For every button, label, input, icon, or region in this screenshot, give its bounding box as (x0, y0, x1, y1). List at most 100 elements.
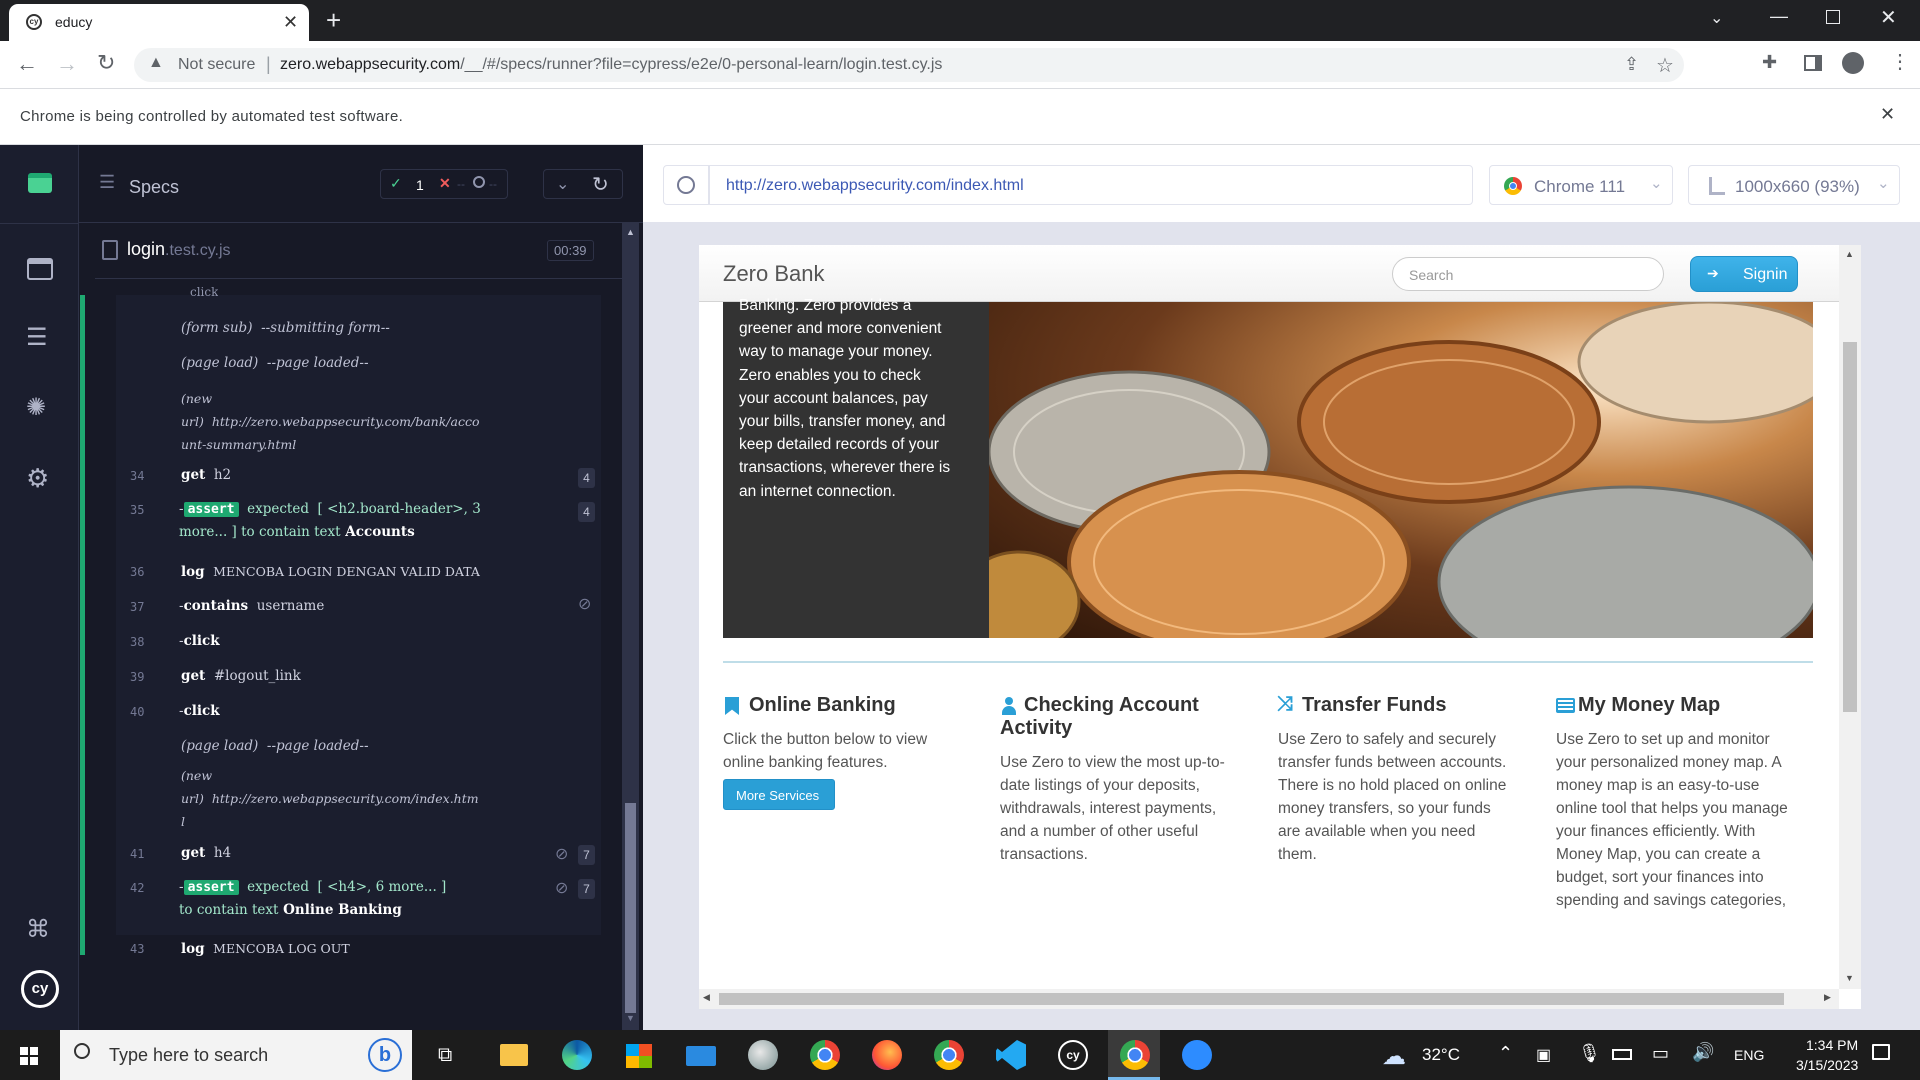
cypress-app: ☰ ✺ ⚙ ⌘ cy ☰ Specs ✓ 1 ✕ -- -- ⌄ ↻ login… (0, 145, 1920, 1030)
event-msg: --submitting form-- (261, 320, 390, 336)
chrome-active-button[interactable] (1108, 1030, 1160, 1080)
command-msg: - assert expected [ <h4>, 6 more... ] to … (179, 879, 447, 918)
iframe-vertical-scrollbar[interactable]: ▲ ▼ (1839, 245, 1861, 989)
bing-icon[interactable]: b (368, 1038, 402, 1072)
aut-url-bar[interactable]: http://zero.webappsecurity.com/index.htm… (709, 165, 1473, 205)
scroll-up-icon[interactable]: ▲ (1845, 249, 1854, 259)
pending-count: -- (489, 177, 497, 191)
edge-button[interactable] (550, 1030, 602, 1080)
shuffle-icon: ⤨ (1277, 693, 1293, 715)
meet-now-icon[interactable]: ▣ (1536, 1045, 1551, 1065)
side-panel-icon[interactable] (1804, 55, 1822, 71)
tab-search-icon[interactable]: ⌄ (1710, 8, 1723, 28)
scroll-down-icon[interactable]: ▼ (1845, 973, 1854, 983)
show-hidden-icons[interactable]: ⌃ (1498, 1043, 1513, 1064)
start-button[interactable] (0, 1030, 58, 1080)
zero-search-input[interactable]: Search (1392, 257, 1664, 291)
cypress-taskbar-button[interactable]: cy (1046, 1030, 1098, 1080)
microphone-icon[interactable]: 🎙 (1578, 1043, 1601, 1064)
mail-button[interactable] (674, 1030, 726, 1080)
taskbar-search-box[interactable]: Type here to search b (60, 1030, 412, 1080)
paint-button[interactable] (736, 1030, 788, 1080)
element-count-badge: 4 (578, 468, 595, 488)
scroll-left-icon[interactable]: ◀ (703, 992, 710, 1003)
url-text[interactable]: zero.webappsecurity.com/__/#/specs/runne… (280, 56, 942, 74)
network-icon[interactable]: ▭ (1652, 1043, 1669, 1064)
new-tab-button[interactable]: + (326, 5, 341, 36)
scroll-up-icon[interactable]: ▲ (626, 227, 635, 237)
command-msg: get h2 (181, 464, 231, 487)
scroll-thumb[interactable] (625, 803, 636, 1013)
not-secure-label[interactable]: Not secure (178, 56, 255, 74)
task-view-icon[interactable]: ⧉ (438, 1044, 452, 1067)
chrome-icon (810, 1040, 840, 1070)
address-bar[interactable]: ▲ Not secure | zero.webappsecurity.com/_… (134, 48, 1684, 82)
hero-line: your bills, transfer money, and (739, 413, 946, 431)
zero-brand[interactable]: Zero Bank (723, 261, 825, 287)
battery-icon[interactable] (1612, 1049, 1632, 1060)
log-message: MENCOBA LOGIN DENGAN VALID DATA (213, 564, 480, 579)
command-arg: #logout_link (213, 668, 301, 684)
debug-nav-icon[interactable]: ✺ (26, 393, 46, 422)
browser-tab[interactable]: cy educy ✕ (9, 4, 309, 41)
signin-button[interactable]: ➔ Signin (1690, 256, 1798, 292)
iframe-horizontal-scrollbar[interactable]: ◀ ▶ (699, 989, 1839, 1009)
zoom-button[interactable] (1170, 1030, 1222, 1080)
settings-nav-icon[interactable]: ⚙ (26, 463, 49, 494)
cypress-logo-icon[interactable]: cy (21, 970, 59, 1008)
minimize-button[interactable]: — (1770, 6, 1788, 27)
file-explorer-button[interactable] (488, 1030, 540, 1080)
command-msg: -click (179, 703, 220, 719)
extensions-icon[interactable]: ✚ (1762, 52, 1777, 73)
hero-text: Banking. Zero provides a greener and mor… (739, 294, 983, 503)
store-button[interactable] (612, 1030, 664, 1080)
collapse-chevron-icon[interactable]: ⌄ (556, 174, 569, 194)
weather-temp[interactable]: 32°C (1422, 1045, 1460, 1065)
volume-icon[interactable]: 🔊 (1692, 1042, 1714, 1063)
rerun-icon[interactable]: ↻ (592, 172, 609, 197)
viewport-selector[interactable]: 1000x660 (93%) ⌄ (1688, 165, 1900, 205)
specs-nav-icon[interactable] (27, 258, 53, 280)
scroll-down-icon[interactable]: ▼ (626, 1013, 635, 1023)
feature-line: There is no hold placed on online (1278, 777, 1507, 794)
firefox-button[interactable] (860, 1030, 912, 1080)
hero-line: keep detailed records of your (739, 436, 939, 454)
more-services-button[interactable]: More Services (723, 779, 835, 810)
back-icon[interactable]: ← (16, 51, 38, 77)
profile-avatar[interactable] (1842, 52, 1864, 74)
scroll-thumb[interactable] (1843, 342, 1857, 712)
feature-title: Checking Account (1024, 694, 1199, 716)
reload-icon[interactable]: ↻ (97, 50, 115, 76)
restore-button[interactable] (1826, 10, 1840, 24)
forward-icon[interactable]: → (56, 51, 78, 77)
selector-playground-button[interactable] (663, 165, 709, 205)
aut-url[interactable]: http://zero.webappsecurity.com/index.htm… (726, 177, 1024, 195)
close-infobar-icon[interactable]: ✕ (1880, 104, 1895, 125)
runs-nav-icon[interactable]: ☰ (26, 323, 48, 351)
specs-label[interactable]: Specs (129, 177, 179, 198)
browser-selector[interactable]: Chrome 111 ⌄ (1489, 165, 1673, 205)
notifications-icon[interactable] (1872, 1044, 1890, 1060)
vscode-button[interactable] (984, 1030, 1036, 1080)
chrome-taskbar-button[interactable] (798, 1030, 850, 1080)
folder-icon (500, 1044, 528, 1066)
weather-icon[interactable]: ☁ (1382, 1042, 1406, 1071)
menu-icon[interactable]: ⋮ (1890, 49, 1910, 74)
specs-list-icon[interactable]: ☰ (99, 172, 115, 193)
close-window-button[interactable]: ✕ (1880, 5, 1897, 30)
spec-ext: .test.cy.js (165, 242, 231, 259)
clock-date[interactable]: 3/15/2023 (1796, 1057, 1858, 1073)
scroll-right-icon[interactable]: ▶ (1824, 992, 1831, 1003)
close-tab-icon[interactable]: ✕ (283, 12, 298, 33)
clock-time[interactable]: 1:34 PM (1806, 1037, 1858, 1053)
assert-msg: to contain text (241, 524, 341, 540)
scroll-thumb[interactable] (719, 993, 1784, 1005)
share-icon[interactable]: ⇪ (1624, 54, 1639, 75)
language-indicator[interactable]: ENG (1734, 1047, 1764, 1063)
bookmark-star-icon[interactable]: ☆ (1656, 53, 1674, 78)
cypress-app-icon[interactable] (28, 173, 52, 193)
reporter-scrollbar[interactable]: ▲ ▼ (622, 223, 639, 1030)
keyboard-shortcuts-icon[interactable]: ⌘ (26, 915, 50, 944)
chrome-taskbar-button-2[interactable] (922, 1030, 974, 1080)
hero-line: way to manage your money. (739, 343, 933, 361)
